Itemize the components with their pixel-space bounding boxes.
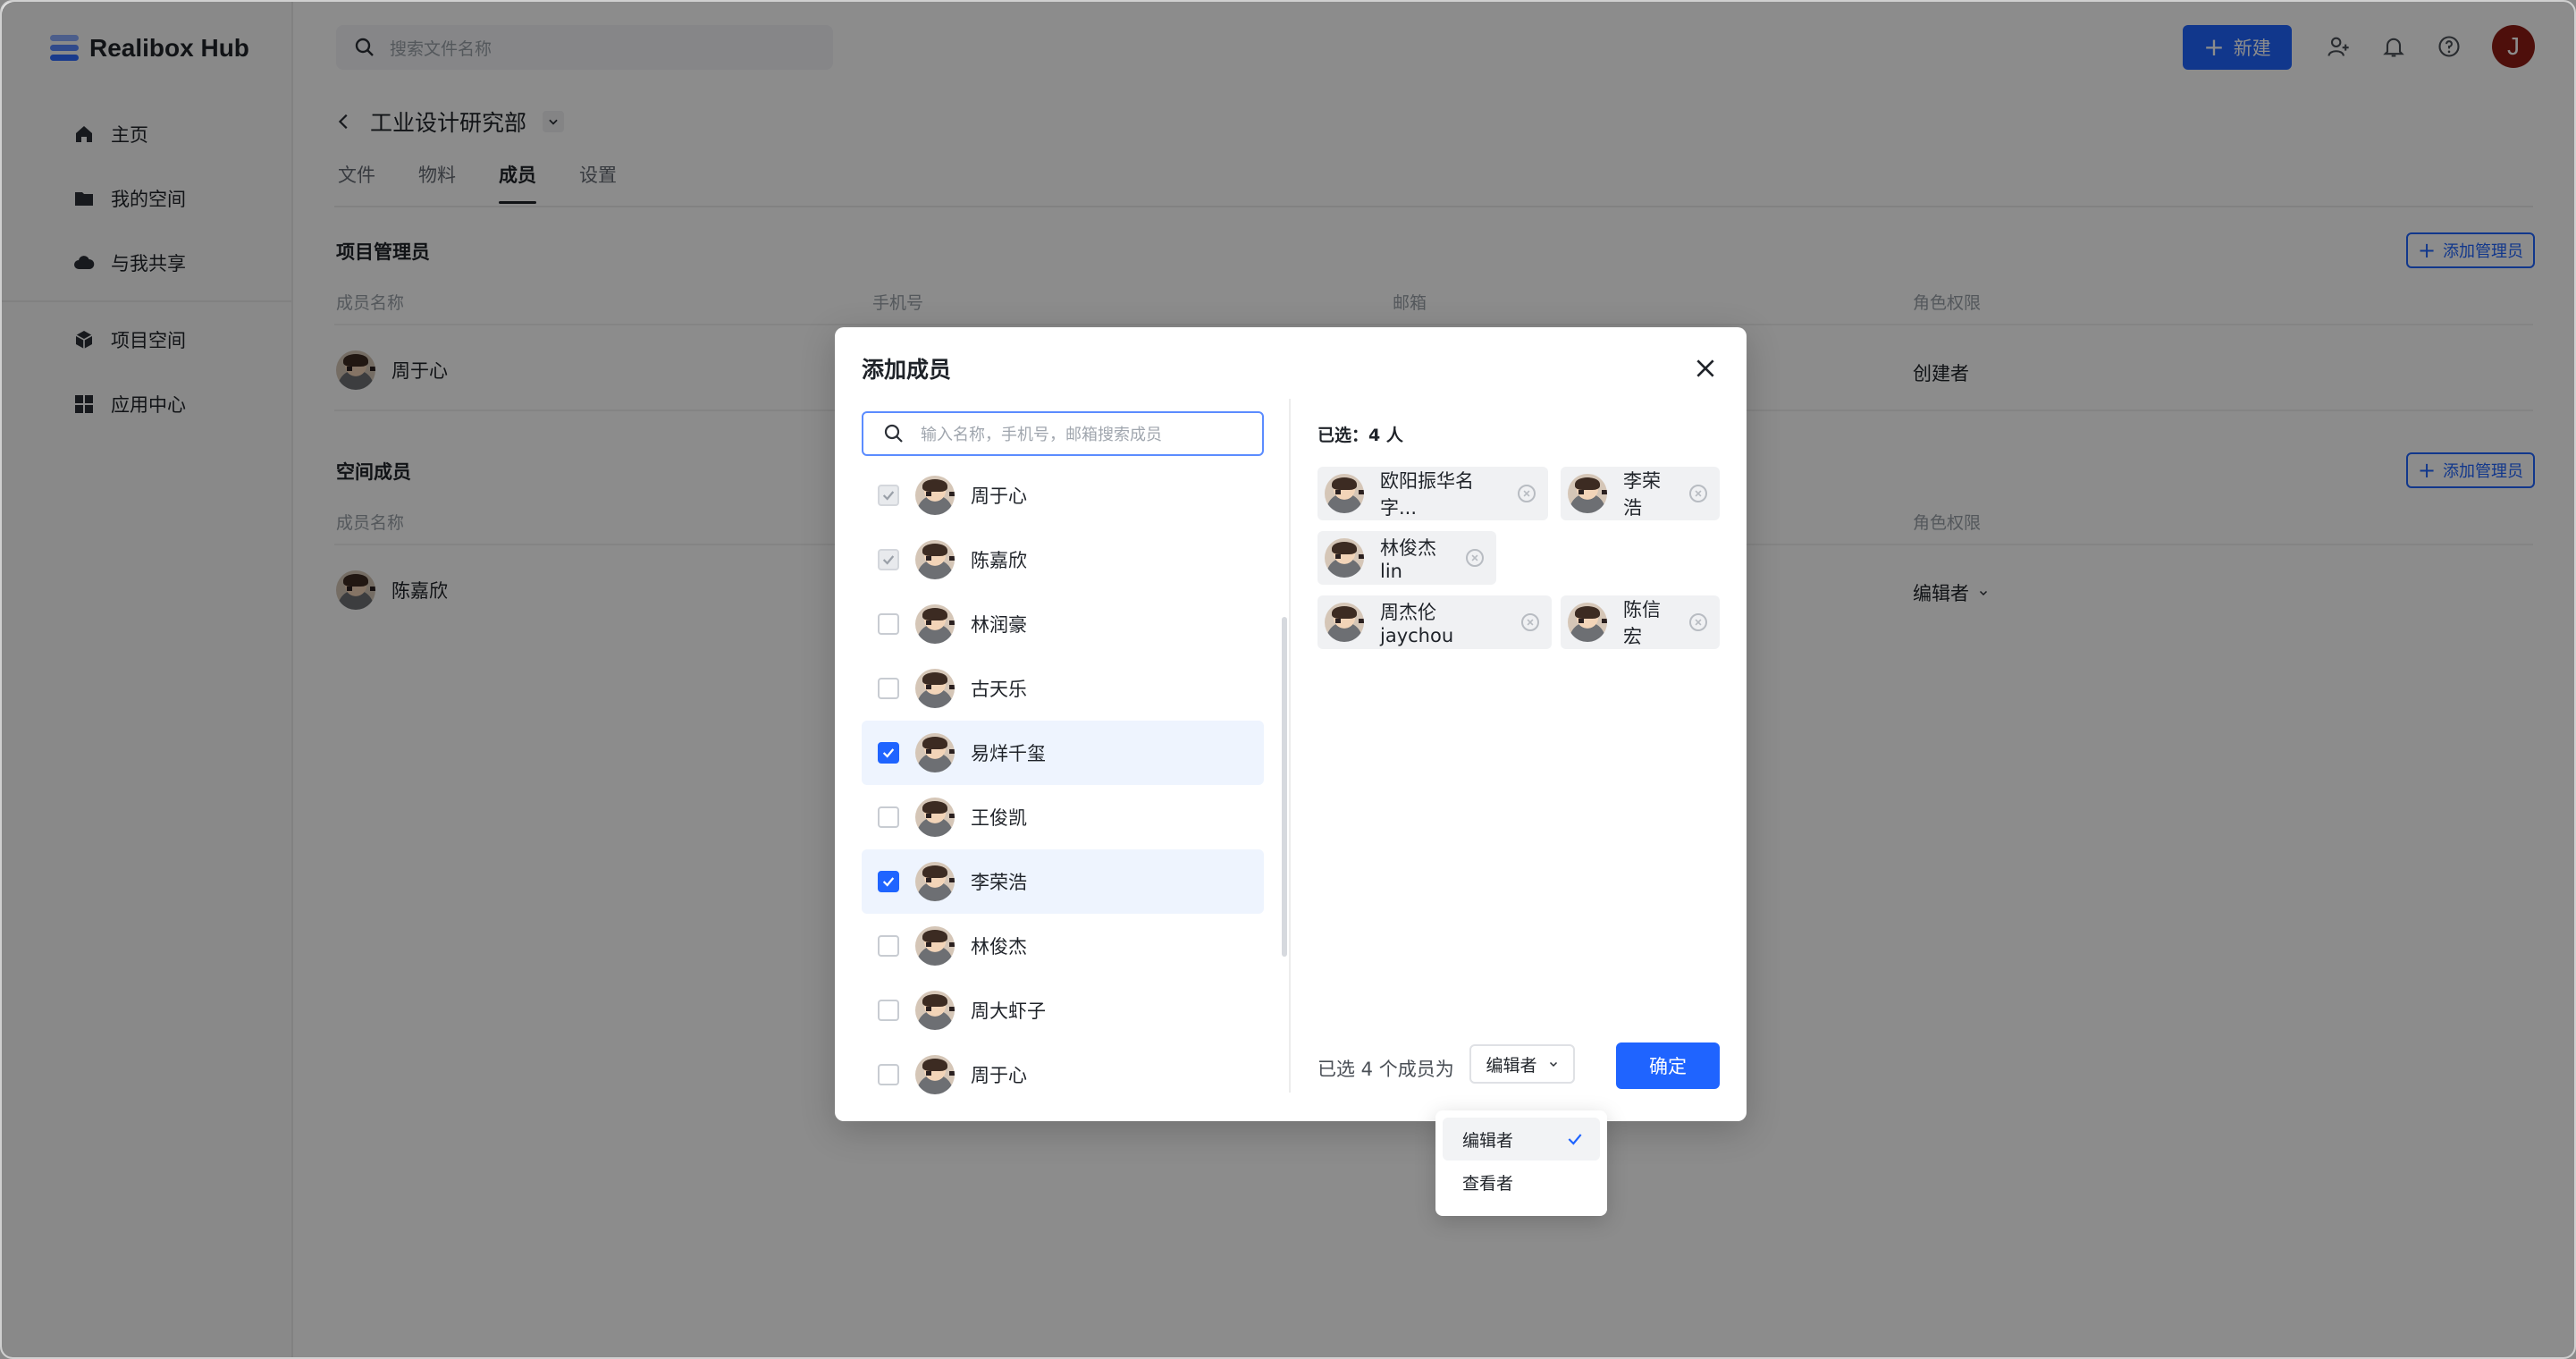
app-window: Realibox Hub 主页 我的空间 与我共享 项目空间 应用中心 搜索文件…: [0, 0, 2576, 1359]
role-option-viewer[interactable]: 查看者: [1443, 1161, 1600, 1203]
selected-count: 已选：4 人: [1317, 426, 1403, 445]
member-list-item[interactable]: 古天乐: [862, 656, 1264, 721]
member-list: 周于心 陈嘉欣 林润豪 古天乐 易烊千玺 王俊凯 李荣浩 林俊杰 周大虾子 周于心: [862, 463, 1264, 1107]
member-name: 林俊杰: [971, 936, 1027, 958]
avatar: [1568, 474, 1607, 513]
avatar: [915, 991, 955, 1030]
member-list-scrollbar[interactable]: [1282, 617, 1287, 957]
avatar: [915, 604, 955, 644]
member-checkbox[interactable]: [878, 935, 899, 957]
avatar: [1325, 474, 1364, 513]
member-name: 古天乐: [971, 679, 1027, 700]
member-list-item[interactable]: 易烊千玺: [862, 721, 1264, 785]
chip-label: 欧阳振华名字...: [1380, 470, 1474, 519]
member-list-item[interactable]: 林俊杰: [862, 914, 1264, 978]
avatar: [915, 476, 955, 515]
search-placeholder: 输入名称，手机号，邮箱搜索成员: [921, 426, 1162, 444]
remove-chip-icon[interactable]: [1689, 485, 1707, 502]
selected-chip: 李荣浩: [1561, 467, 1720, 520]
search-icon: [884, 424, 903, 443]
member-search-input[interactable]: 输入名称，手机号，邮箱搜索成员: [862, 411, 1264, 456]
role-option-label: 编辑者: [1462, 1130, 1514, 1151]
member-checkbox[interactable]: [878, 1000, 899, 1021]
member-checkbox[interactable]: [878, 871, 899, 892]
avatar: [915, 862, 955, 901]
selected-chip: 陈信宏: [1561, 595, 1720, 649]
avatar: [915, 1055, 955, 1094]
chip-label: 林俊杰lin: [1380, 537, 1436, 582]
check-icon: [882, 491, 895, 501]
member-checkbox[interactable]: [878, 678, 899, 699]
chevron-down-icon: [1549, 1061, 1557, 1068]
member-checkbox[interactable]: [878, 806, 899, 828]
avatar: [1325, 603, 1364, 642]
member-list-item[interactable]: 周于心: [862, 463, 1264, 528]
chip-label: 李荣浩: [1623, 470, 1661, 519]
member-name: 易烊千玺: [971, 743, 1046, 764]
member-name: 林润豪: [971, 614, 1027, 636]
selected-role-summary: 已选 4 个成员为: [1317, 1059, 1454, 1080]
remove-chip-icon[interactable]: [1689, 613, 1707, 631]
avatar: [1568, 603, 1607, 642]
check-icon: [882, 748, 895, 758]
role-option-editor[interactable]: 编辑者: [1443, 1118, 1600, 1161]
member-list-item[interactable]: 王俊凯: [862, 785, 1264, 849]
member-name: 周于心: [971, 1065, 1027, 1086]
selected-chip: 林俊杰lin: [1317, 531, 1496, 585]
role-dropdown-menu: 编辑者 查看者: [1435, 1110, 1607, 1216]
remove-chip-icon[interactable]: [1518, 485, 1536, 502]
check-icon: [1568, 1134, 1582, 1145]
avatar: [915, 669, 955, 708]
member-list-item[interactable]: 周于心: [862, 1042, 1264, 1107]
member-name: 周于心: [971, 485, 1027, 507]
role-option-label: 查看者: [1462, 1173, 1514, 1194]
avatar: [1325, 538, 1364, 578]
chip-label: 周杰伦 jaychou: [1380, 602, 1454, 646]
member-name: 王俊凯: [971, 807, 1027, 829]
role-select-value: 编辑者: [1486, 1055, 1537, 1076]
member-checkbox[interactable]: [878, 1064, 899, 1085]
member-checkbox: [878, 549, 899, 570]
remove-chip-icon[interactable]: [1466, 549, 1484, 567]
dialog-divider: [1289, 399, 1291, 1093]
member-list-item[interactable]: 李荣浩: [862, 849, 1264, 914]
member-name: 周大虾子: [971, 1000, 1046, 1022]
add-member-dialog: 添加成员 输入名称，手机号，邮箱搜索成员 周于心 陈嘉欣 林润豪 古天乐 易烊千玺 王俊凯…: [835, 327, 1747, 1121]
member-list-item[interactable]: 林润豪: [862, 592, 1264, 656]
avatar: [915, 540, 955, 579]
selected-chip: 周杰伦 jaychou: [1317, 595, 1552, 649]
avatar: [915, 926, 955, 966]
member-checkbox: [878, 485, 899, 506]
member-name: 陈嘉欣: [971, 550, 1027, 571]
check-icon: [882, 555, 895, 565]
close-icon[interactable]: [1689, 352, 1722, 384]
confirm-button[interactable]: 确定: [1616, 1042, 1720, 1089]
check-icon: [882, 877, 895, 887]
member-list-item[interactable]: 周大虾子: [862, 978, 1264, 1042]
remove-chip-icon[interactable]: [1521, 613, 1539, 631]
selected-chip: 欧阳振华名字...: [1317, 467, 1548, 520]
member-checkbox[interactable]: [878, 613, 899, 635]
avatar: [915, 733, 955, 772]
chip-label: 陈信宏: [1623, 599, 1661, 647]
member-list-item[interactable]: 陈嘉欣: [862, 528, 1264, 592]
avatar: [915, 798, 955, 837]
role-select[interactable]: 编辑者: [1469, 1044, 1575, 1084]
member-checkbox[interactable]: [878, 742, 899, 764]
member-name: 李荣浩: [971, 872, 1027, 893]
dialog-title: 添加成员: [862, 357, 952, 383]
